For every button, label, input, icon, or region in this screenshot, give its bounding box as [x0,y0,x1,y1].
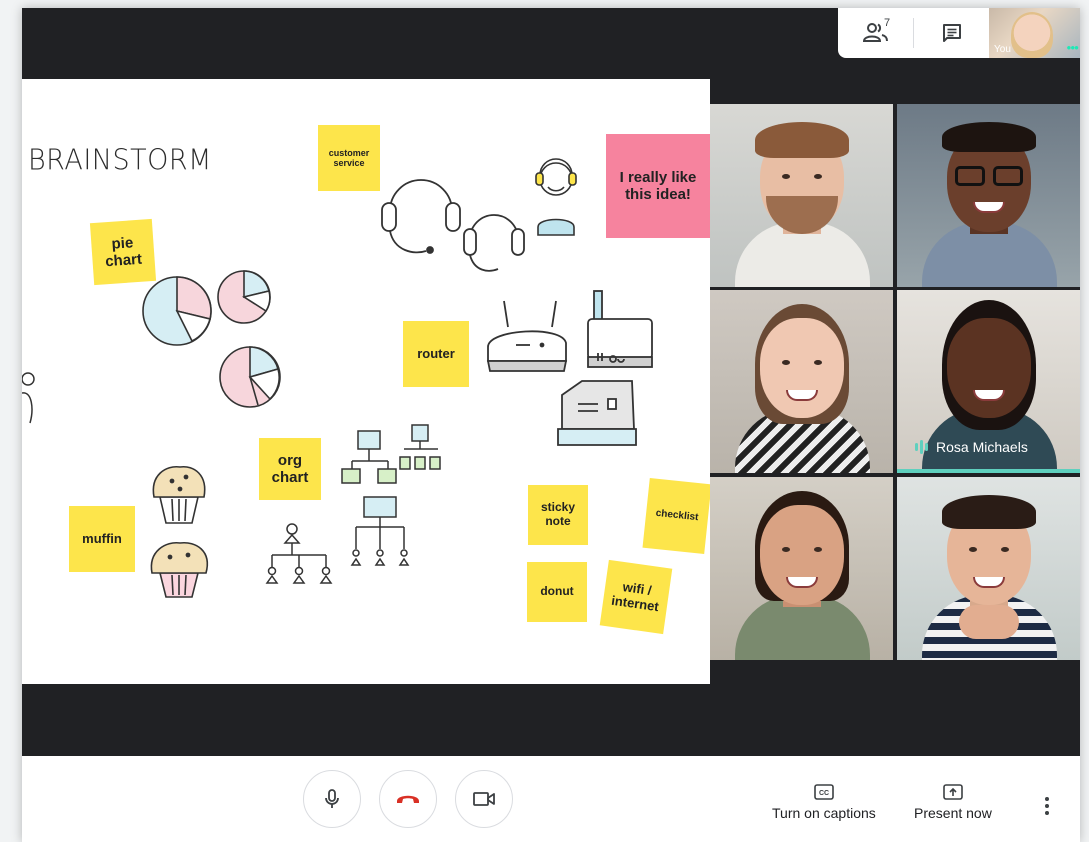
self-avatar [1011,12,1053,58]
more-vertical-icon [1045,797,1049,815]
router-drawing-3 [557,380,637,446]
participant-tile[interactable] [710,104,893,287]
sticky-muffin[interactable]: muffin [69,506,135,572]
sticky-checklist[interactable]: checklist [642,477,710,555]
microphone-icon [325,789,339,808]
person-drawing-edge [22,372,35,424]
sticky-donut[interactable]: donut [527,562,587,622]
chat-icon [942,24,961,42]
more-options-button[interactable] [1037,792,1057,820]
microphone-button[interactable] [303,770,361,828]
hierarchy-drawing-2 [350,496,410,566]
sticky-org-chart[interactable]: org chart [259,438,321,500]
closed-captions-icon: CC [814,784,834,800]
participant-tile[interactable] [710,477,893,660]
speaker-name: Rosa Michaels [936,439,1028,455]
participant-tile-speaking[interactable]: Rosa Michaels [897,290,1080,473]
meeting-frame: 7 You ●●● BRAINSTORM customer service pi… [22,8,1080,842]
router-drawing-1 [486,300,568,372]
meeting-stage: 7 You ●●● BRAINSTORM customer service pi… [22,8,1080,756]
speaker-name-tag: Rosa Michaels [915,439,1028,455]
participant-tile[interactable] [897,104,1080,287]
camera-button[interactable] [455,770,513,828]
speaking-indicator-icon [915,440,928,454]
sticky-router[interactable]: router [403,321,469,387]
pie-chart-drawing-2 [217,270,271,324]
pie-chart-drawing-3 [219,346,281,408]
router-drawing-2 [587,290,653,368]
end-call-button[interactable] [379,770,437,828]
flowchart-drawing-2 [399,424,441,470]
support-agent-drawing [535,158,577,236]
sticky-sticky-note[interactable]: sticky note [528,485,588,545]
hierarchy-drawing-1 [265,523,333,584]
pie-chart-drawing-1 [142,276,212,346]
captions-label: Turn on captions [772,805,876,821]
whiteboard-title: BRAINSTORM [28,144,212,177]
whiteboard[interactable]: BRAINSTORM customer service pie chart I … [22,79,710,684]
self-view[interactable]: You ●●● [989,8,1080,58]
sticky-wifi-internet[interactable]: wifi / internet [599,559,673,635]
headset-drawing-2 [463,214,525,272]
hang-up-icon [397,795,419,803]
participants-button[interactable]: 7 [838,8,913,58]
participant-tile[interactable] [710,290,893,473]
present-label: Present now [914,805,992,821]
muffin-drawing-1 [152,466,206,524]
headset-drawing-1 [381,179,461,254]
captions-button[interactable]: CC Turn on captions [772,784,876,821]
top-panel: 7 You ●●● [838,8,1080,58]
sticky-really-like-idea[interactable]: I really like this idea! [606,134,710,238]
flowchart-drawing-1 [341,430,397,484]
muffin-drawing-2 [150,542,209,598]
participant-grid: Rosa Michaels [710,104,1080,660]
video-camera-icon [473,792,495,806]
svg-text:CC: CC [819,790,829,797]
present-screen-icon [943,784,963,800]
self-label: You [994,44,1011,55]
present-now-button[interactable]: Present now [914,784,992,821]
sticky-customer-service[interactable]: customer service [318,125,380,191]
sticky-pie-chart[interactable]: pie chart [89,218,157,286]
participant-tile[interactable] [897,477,1080,660]
app-window: 7 You ●●● BRAINSTORM customer service pi… [0,0,1089,842]
chat-button[interactable] [914,8,989,58]
control-bar: CC Turn on captions Present now [22,756,1080,842]
audio-indicator-icon: ●●● [1066,43,1079,52]
participants-count: 7 [884,17,891,29]
